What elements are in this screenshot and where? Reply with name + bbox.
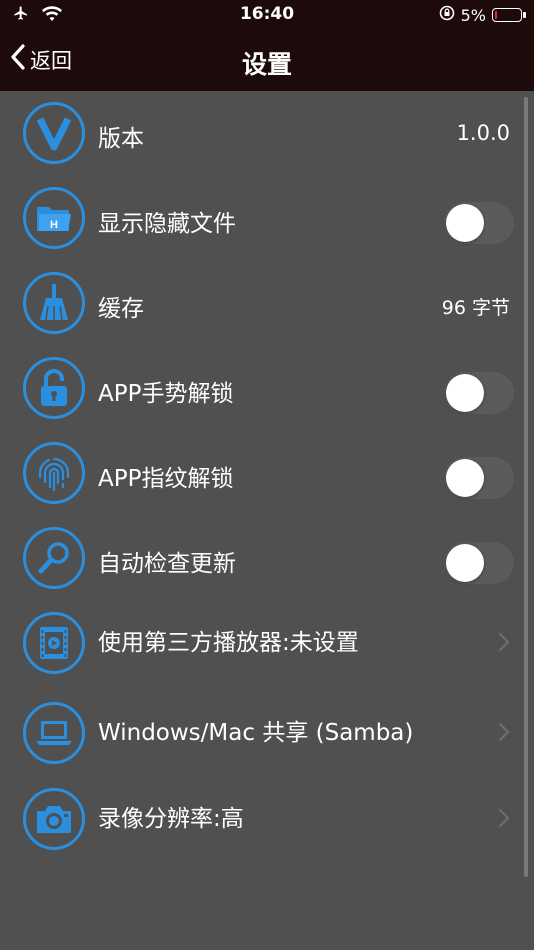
lock-icon [23, 357, 85, 419]
settings-row-gesture-unlock: APP手势解锁 [0, 346, 534, 431]
toggle-knob [446, 204, 484, 242]
auto-update-label: 自动检查更新 [98, 551, 236, 577]
film-icon [23, 612, 85, 674]
fingerprint-unlock-label: APP指纹解锁 [98, 466, 234, 492]
cache-value: 96 字节 [441, 297, 510, 319]
chevron-right-icon [498, 721, 510, 747]
toggle-knob [446, 459, 484, 497]
settings-row-show-hidden: H 显示隐藏文件 [0, 176, 534, 261]
show-hidden-label: 显示隐藏文件 [98, 211, 236, 237]
fingerprint-icon [23, 442, 85, 504]
version-value: 1.0.0 [456, 121, 510, 145]
samba-label: Windows/Mac 共享 (Samba) [98, 720, 414, 746]
camera-icon [23, 788, 85, 850]
battery-icon [492, 8, 526, 22]
settings-row-fingerprint-unlock: APP指纹解锁 [0, 431, 534, 516]
player-label: 使用第三方播放器:未设置 [98, 630, 359, 656]
broom-icon [23, 272, 85, 334]
battery-percent: 5% [460, 5, 486, 25]
hidden-folder-icon: H [23, 187, 85, 249]
page-title: 设置 [241, 50, 292, 79]
settings-row-auto-update: 自动检查更新 [0, 516, 534, 601]
battery-fill [495, 11, 497, 19]
auto-update-toggle[interactable] [444, 542, 514, 584]
toggle-knob [446, 374, 484, 412]
version-v-icon [23, 102, 85, 164]
settings-row-cache[interactable]: 缓存 96 字节 [0, 261, 534, 346]
chevron-right-icon [498, 631, 510, 657]
settings-row-version: 版本 1.0.0 [0, 91, 534, 176]
settings-row-resolution[interactable]: 录像分辨率:高 [0, 777, 534, 862]
show-hidden-toggle[interactable] [444, 202, 514, 244]
navigation-bar: 返回 设置 [0, 32, 534, 91]
cache-label: 缓存 [98, 296, 144, 322]
settings-row-player[interactable]: 使用第三方播放器:未设置 [0, 601, 534, 686]
laptop-icon [23, 702, 85, 764]
magnifier-icon [23, 527, 85, 589]
orientation-lock-icon [439, 5, 455, 25]
status-right: 5% [439, 5, 526, 25]
status-bar: 16:40 5% [0, 0, 534, 32]
resolution-label: 录像分辨率:高 [98, 806, 244, 832]
svg-text:H: H [50, 219, 58, 231]
gesture-unlock-toggle[interactable] [444, 372, 514, 414]
toggle-knob [446, 544, 484, 582]
version-label: 版本 [98, 126, 144, 152]
scrollbar[interactable] [524, 97, 528, 877]
chevron-right-icon [498, 807, 510, 833]
gesture-unlock-label: APP手势解锁 [98, 381, 234, 407]
settings-row-samba[interactable]: Windows/Mac 共享 (Samba) [0, 691, 534, 776]
fingerprint-unlock-toggle[interactable] [444, 457, 514, 499]
